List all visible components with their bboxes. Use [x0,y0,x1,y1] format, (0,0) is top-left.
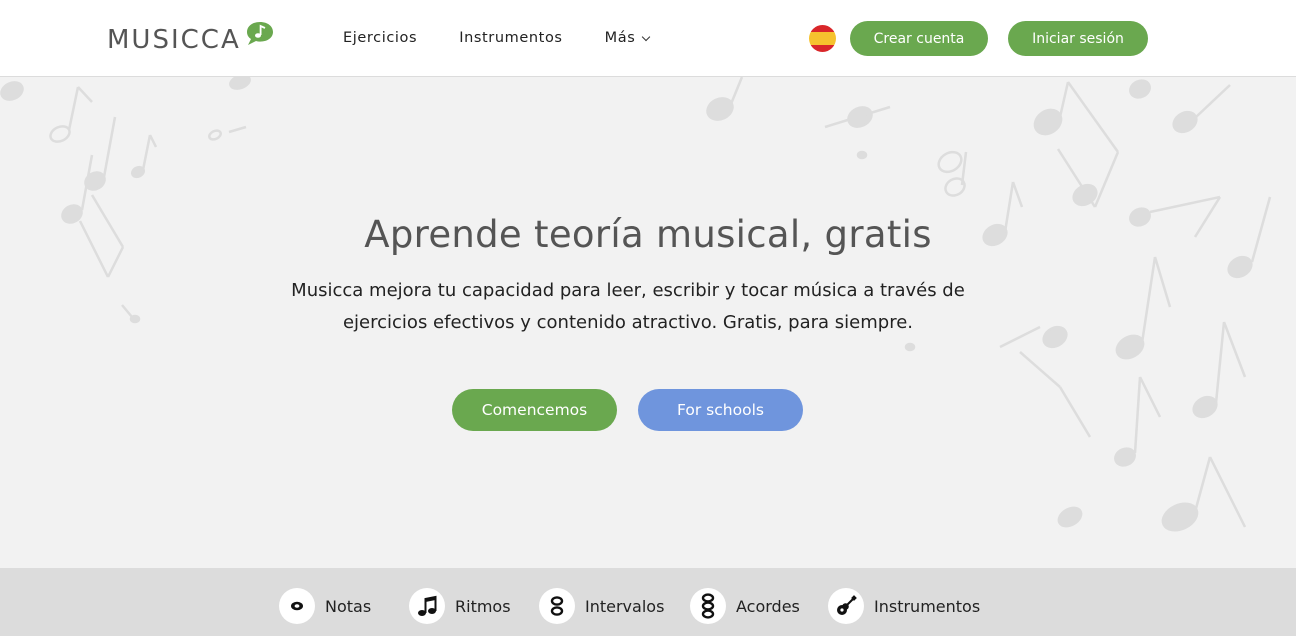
signup-button[interactable]: Crear cuenta [850,21,988,56]
category-ritmos[interactable]: Ritmos [409,588,511,624]
category-acordes[interactable]: Acordes [690,588,800,624]
category-label: Acordes [736,596,800,616]
hero-subtitle-line2: ejercicios efectivos y contenido atracti… [342,312,913,333]
speech-bubble-note-icon [245,20,275,50]
hero: Aprende teoría musical, gratis Musicca m… [0,77,1296,568]
category-instrumentos[interactable]: Instrumentos [828,588,980,624]
spain-flag-icon[interactable] [809,25,836,52]
category-label: Instrumentos [874,596,981,616]
nav-more-label: Más [604,30,636,46]
hero-subtitle: Musicca mejora tu capacidad para leer, e… [248,275,1008,339]
category-intervalos[interactable]: Intervalos [539,588,664,624]
for-schools-button[interactable]: For schools [638,389,803,431]
guitar-icon [828,588,864,624]
music-note-icon [409,588,445,624]
chevron-down-icon [642,32,651,41]
category-label: Intervalos [585,596,665,616]
eye-icon [279,588,315,624]
hero-subtitle-line1: Musicca mejora tu capacidad para leer, e… [291,280,965,301]
nav-instrumentos[interactable]: Instrumentos [459,30,562,46]
category-label: Notas [325,596,372,616]
nav-more[interactable]: Más [604,30,651,46]
nav-ejercicios[interactable]: Ejercicios [343,30,417,46]
chord-icon [690,588,726,624]
login-button[interactable]: Iniciar sesión [1008,21,1148,56]
header: MUSICCA Ejercicios Instrumentos Más Crea… [0,0,1296,77]
category-label: Ritmos [455,596,511,616]
start-button[interactable]: Comencemos [452,389,617,431]
category-notas[interactable]: Notas [279,588,371,624]
interval-icon [539,588,575,624]
main-nav: Ejercicios Instrumentos Más [343,30,691,46]
category-bar: Notas Ritmos Intervalos Acordes Instrume… [0,568,1296,636]
logo-text: MUSICCA [107,25,241,55]
hero-title: Aprende teoría musical, gratis [364,213,932,256]
logo[interactable]: MUSICCA [107,20,275,55]
